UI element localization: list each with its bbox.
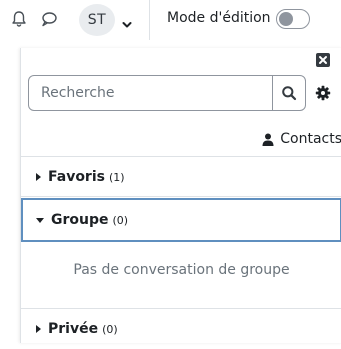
messaging-drawer: Contacts Favoris (1) Groupe (0) Pas de c… xyxy=(20,48,341,343)
settings-gear-icon[interactable] xyxy=(315,85,331,101)
empty-group-message: Pas de conversation de groupe xyxy=(73,262,290,278)
close-icon xyxy=(319,56,327,64)
bell-icon[interactable] xyxy=(10,10,28,28)
section-groupe-header[interactable]: Groupe (0) xyxy=(21,198,341,242)
toggle-knob xyxy=(279,12,293,26)
section-privee-title: Privée xyxy=(48,321,99,337)
section-privee-header[interactable]: Privée (0) xyxy=(21,309,341,349)
caret-down-icon xyxy=(36,217,44,223)
user-avatar[interactable]: ST xyxy=(79,4,115,36)
edit-mode-label: Mode d'édition xyxy=(167,10,271,26)
section-favoris-header[interactable]: Favoris (1) xyxy=(21,157,341,197)
chevron-down-icon[interactable] xyxy=(122,15,132,28)
search-button[interactable] xyxy=(272,76,305,110)
section-favoris-title: Favoris xyxy=(48,169,105,185)
avatar-initials: ST xyxy=(87,12,107,28)
search-icon xyxy=(282,86,297,101)
contacts-link[interactable]: Contacts xyxy=(222,130,341,148)
section-favoris-count: (1) xyxy=(108,170,125,184)
close-drawer-button[interactable] xyxy=(316,53,330,67)
user-icon xyxy=(262,133,274,146)
section-privee-count: (0) xyxy=(102,322,118,336)
section-groupe-count: (0) xyxy=(112,213,129,227)
navbar-divider xyxy=(149,0,150,40)
edit-mode-toggle[interactable] xyxy=(276,9,310,29)
caret-right-icon xyxy=(36,173,41,181)
section-groupe-title: Groupe xyxy=(51,212,109,228)
search-box xyxy=(28,75,306,111)
caret-right-icon xyxy=(36,325,41,333)
search-input[interactable] xyxy=(29,76,272,110)
section-divider xyxy=(21,196,341,197)
top-navbar: ST Mode d'édition xyxy=(0,0,341,40)
contacts-label: Contacts xyxy=(280,131,341,147)
chat-icon[interactable] xyxy=(40,10,58,28)
